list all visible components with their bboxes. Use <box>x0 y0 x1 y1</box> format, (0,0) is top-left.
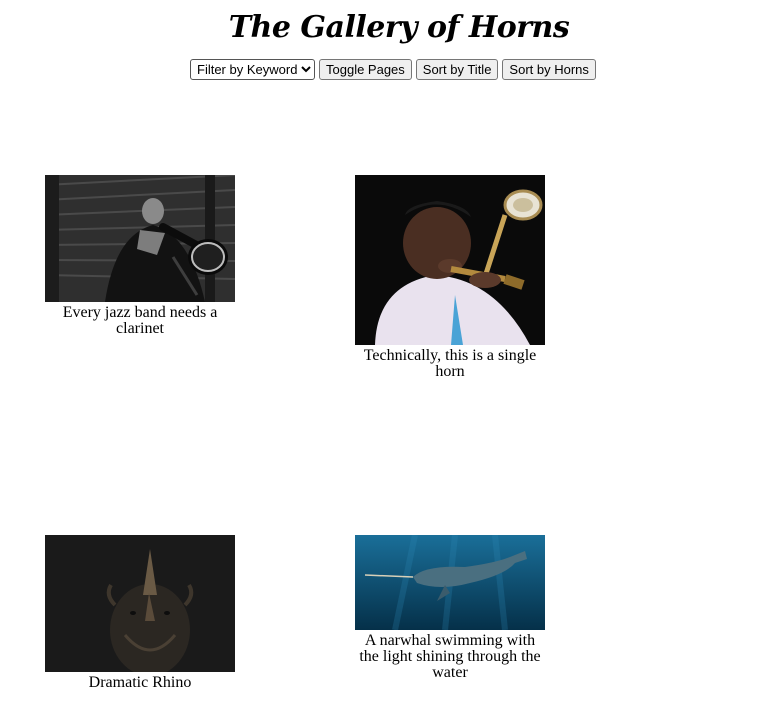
gallery-card-narwhal: A narwhal swimming with the light shinin… <box>355 535 545 681</box>
gallery-card-trumpet: Technically, this is a single horn <box>355 175 545 380</box>
sort-by-title-button[interactable]: Sort by Title <box>415 59 499 80</box>
sort-by-horns-button[interactable]: Sort by Horns <box>502 59 596 80</box>
card-caption: Every jazz band needs a clarinet <box>62 304 218 337</box>
clarinet-player-image <box>45 175 235 302</box>
narwhal-image <box>355 535 545 630</box>
page-title: The Gallery of Horns <box>228 10 570 45</box>
gallery-card-clarinet: Every jazz band needs a clarinet <box>45 175 235 337</box>
trumpet-player-image <box>355 175 545 345</box>
gallery-card-rhino: Dramatic Rhino <box>45 535 235 691</box>
controls-bar: Filter by Keyword Toggle Pages Sort by T… <box>190 59 596 80</box>
keyword-filter-select[interactable]: Filter by Keyword <box>190 59 315 80</box>
card-caption: A narwhal swimming with the light shinin… <box>359 632 541 681</box>
toggle-pages-button[interactable]: Toggle Pages <box>319 59 412 80</box>
card-caption: Dramatic Rhino <box>88 674 192 691</box>
rhino-image <box>45 535 235 672</box>
card-caption: Technically, this is a single horn <box>363 347 537 380</box>
